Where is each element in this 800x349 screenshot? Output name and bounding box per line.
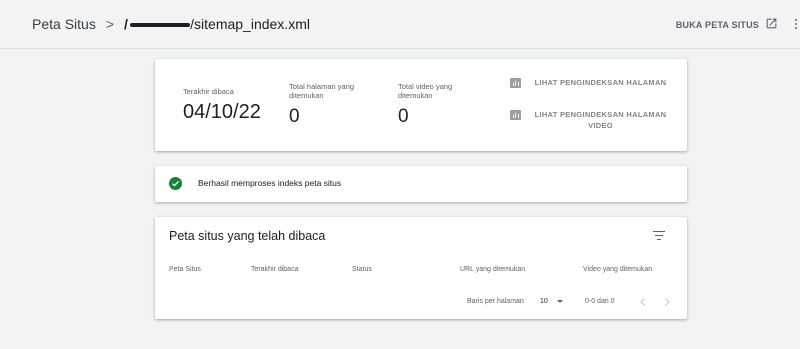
videos-found-value: 0 xyxy=(398,106,409,127)
view-page-indexing-label: LIHAT PENGINDEKSAN HALAMAN xyxy=(534,78,667,87)
videos-found-label: Total video yang ditemukan xyxy=(398,82,453,100)
rows-per-page-value: 10 xyxy=(540,298,548,305)
top-bar: Peta Situs > / /sitemap_index.xml BUKA P… xyxy=(0,0,800,49)
open-sitemap-button[interactable]: BUKA PETA SITUS xyxy=(676,17,778,32)
filter-icon[interactable] xyxy=(653,231,665,241)
pagination-range: 0-0 dari 0 xyxy=(585,298,615,305)
open-in-new-icon xyxy=(765,17,778,32)
sitemap-path: /sitemap_index.xml xyxy=(190,16,310,32)
bar-chart-icon xyxy=(510,110,521,120)
view-video-indexing-link[interactable]: LIHAT PENGINDEKSAN HALAMAN VIDEO xyxy=(510,109,680,131)
check-circle-icon xyxy=(169,177,182,190)
next-page-icon[interactable] xyxy=(661,295,673,307)
status-card: Berhasil memproses indeks peta situs xyxy=(155,166,687,202)
last-read-label: Terakhir dibaca xyxy=(183,87,234,96)
breadcrumb: Peta Situs > / /sitemap_index.xml xyxy=(32,16,310,32)
rows-per-page-label: Baris per halaman xyxy=(467,298,524,305)
pages-found-label: Total halaman yang ditemukan xyxy=(289,82,355,100)
breadcrumb-root[interactable]: Peta Situs xyxy=(32,16,96,32)
sitemaps-table-card: Peta situs yang telah dibaca Peta Situs … xyxy=(155,217,687,319)
bar-chart-icon xyxy=(510,78,521,88)
open-sitemap-label: BUKA PETA SITUS xyxy=(675,19,759,30)
previous-page-icon[interactable] xyxy=(637,295,649,307)
column-header-status[interactable]: Status xyxy=(352,266,372,273)
breadcrumb-separator: > xyxy=(105,16,115,32)
dropdown-caret-icon xyxy=(556,300,563,303)
view-page-indexing-link[interactable]: LIHAT PENGINDEKSAN HALAMAN xyxy=(510,77,680,88)
column-header-urls-found[interactable]: URL yang ditemukan xyxy=(460,266,525,273)
more-vert-icon[interactable] xyxy=(792,17,800,31)
summary-card: Terakhir dibaca 04/10/22 Total halaman y… xyxy=(155,59,687,151)
column-header-videos-found[interactable]: Video yang ditemukan xyxy=(583,266,652,273)
rows-per-page-select[interactable]: 10 xyxy=(540,298,563,305)
column-header-last-read[interactable]: Terakhir dibaca xyxy=(251,266,298,273)
pages-found-value: 0 xyxy=(289,106,300,127)
last-read-value: 04/10/22 xyxy=(183,101,261,123)
status-message: Berhasil memproses indeks peta situs xyxy=(198,178,342,188)
column-header-sitemap[interactable]: Peta Situs xyxy=(169,266,201,273)
redacted-domain: / xyxy=(124,16,191,32)
view-video-indexing-label: LIHAT PENGINDEKSAN HALAMAN VIDEO xyxy=(534,110,667,130)
table-title: Peta situs yang telah dibaca xyxy=(169,229,326,243)
